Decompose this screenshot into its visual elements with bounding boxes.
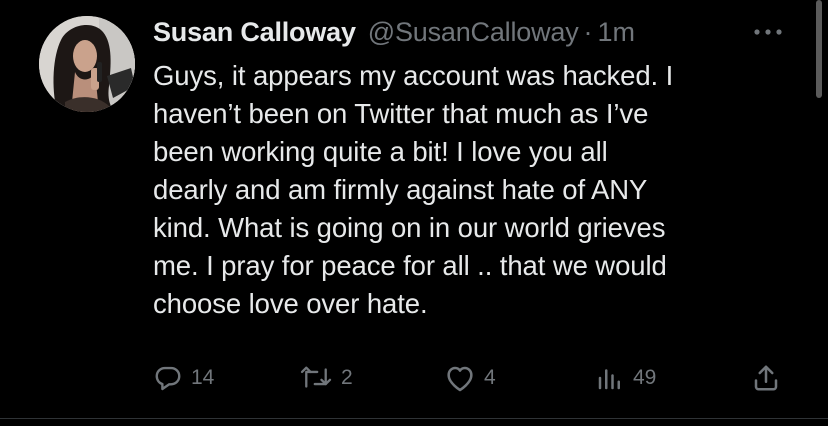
timestamp[interactable]: 1m: [598, 17, 636, 48]
scrollbar[interactable]: [816, 0, 822, 98]
views-icon: [598, 369, 620, 390]
tweet-text: Guys, it appears my account was hacked. …: [153, 60, 674, 319]
reply-count: 14: [191, 366, 215, 389]
display-name[interactable]: Susan Calloway: [153, 17, 356, 48]
reply-button[interactable]: 14: [153, 360, 214, 396]
separator-dot: ·: [583, 16, 593, 47]
avatar[interactable]: [39, 16, 135, 112]
share-icon: [754, 365, 778, 391]
reply-icon: [155, 366, 181, 391]
divider: [0, 418, 828, 419]
retweet-icon: [300, 366, 332, 388]
tweet[interactable]: Susan Calloway @SusanCalloway · 1m Guys,…: [0, 0, 828, 426]
action-bar: 14 2 4 49: [153, 360, 793, 396]
like-count: 4: [484, 366, 496, 389]
heart-icon: [447, 366, 473, 392]
tweet-header: Susan Calloway @SusanCalloway · 1m: [153, 14, 635, 50]
like-button[interactable]: 4: [444, 360, 496, 396]
views-count: 49: [633, 366, 657, 389]
views-button[interactable]: 49: [595, 360, 656, 396]
share-button[interactable]: [751, 360, 781, 396]
more-options-icon[interactable]: [748, 18, 788, 46]
retweet-count: 2: [341, 366, 353, 389]
retweet-button[interactable]: 2: [299, 360, 353, 396]
profile-photo-icon: [39, 16, 135, 112]
user-handle[interactable]: @SusanCalloway: [368, 17, 579, 48]
